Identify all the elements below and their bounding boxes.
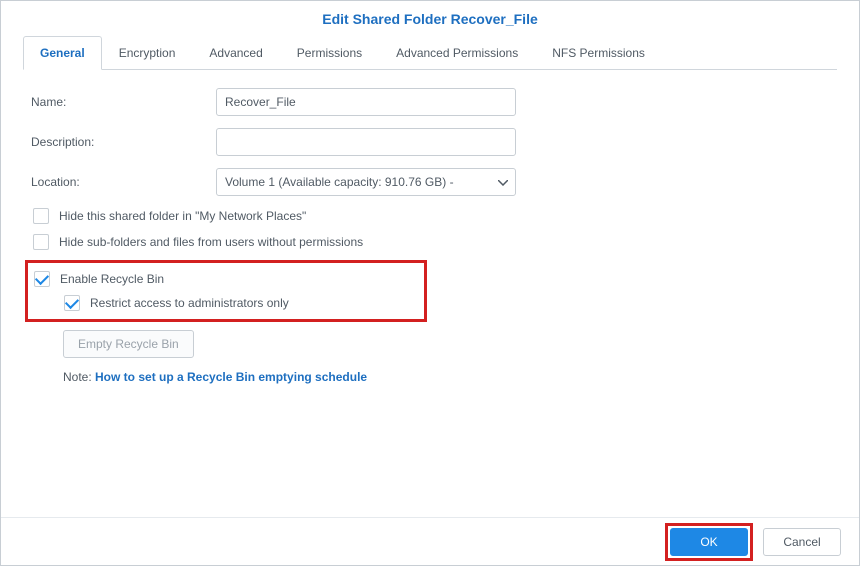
hide-subfolders-row: Hide sub-folders and files from users wi… bbox=[31, 234, 829, 250]
restrict-admin-label: Restrict access to administrators only bbox=[90, 296, 289, 310]
empty-recycle-button[interactable]: Empty Recycle Bin bbox=[63, 330, 194, 358]
tab-permissions[interactable]: Permissions bbox=[280, 36, 379, 70]
hide-subfolders-checkbox[interactable] bbox=[33, 234, 49, 250]
location-label: Location: bbox=[31, 175, 216, 189]
hide-network-checkbox[interactable] bbox=[33, 208, 49, 224]
hide-subfolders-label: Hide sub-folders and files from users wi… bbox=[59, 235, 363, 249]
location-value: Volume 1 (Available capacity: 910.76 GB)… bbox=[216, 168, 516, 196]
enable-recycle-row: Enable Recycle Bin bbox=[32, 271, 420, 287]
dialog-title: Edit Shared Folder Recover_File bbox=[1, 1, 859, 35]
name-row: Name: bbox=[31, 88, 829, 116]
description-row: Description: bbox=[31, 128, 829, 156]
empty-recycle-row: Empty Recycle Bin bbox=[31, 330, 829, 358]
content-area: Name: Description: Location: Volume 1 (A… bbox=[1, 70, 859, 384]
note-row: Note: How to set up a Recycle Bin emptyi… bbox=[31, 370, 829, 384]
tab-advanced-permissions[interactable]: Advanced Permissions bbox=[379, 36, 535, 70]
hide-network-row: Hide this shared folder in "My Network P… bbox=[31, 208, 829, 224]
note-link[interactable]: How to set up a Recycle Bin emptying sch… bbox=[95, 370, 367, 384]
tab-encryption[interactable]: Encryption bbox=[102, 36, 193, 70]
cancel-button[interactable]: Cancel bbox=[763, 528, 841, 556]
description-input[interactable] bbox=[216, 128, 516, 156]
recycle-bin-highlight: Enable Recycle Bin Restrict access to ad… bbox=[25, 260, 427, 322]
restrict-admin-checkbox[interactable] bbox=[64, 295, 80, 311]
location-row: Location: Volume 1 (Available capacity: … bbox=[31, 168, 829, 196]
name-label: Name: bbox=[31, 95, 216, 109]
hide-network-label: Hide this shared folder in "My Network P… bbox=[59, 209, 306, 223]
note-prefix: Note: bbox=[63, 370, 95, 384]
ok-highlight: OK bbox=[665, 523, 753, 561]
tabs-bar: General Encryption Advanced Permissions … bbox=[23, 35, 837, 70]
location-select[interactable]: Volume 1 (Available capacity: 910.76 GB)… bbox=[216, 168, 516, 196]
tab-nfs-permissions[interactable]: NFS Permissions bbox=[535, 36, 662, 70]
restrict-admin-row: Restrict access to administrators only bbox=[32, 295, 420, 311]
enable-recycle-checkbox[interactable] bbox=[34, 271, 50, 287]
tab-advanced[interactable]: Advanced bbox=[192, 36, 279, 70]
footer-bar: OK Cancel bbox=[1, 517, 859, 565]
description-label: Description: bbox=[31, 135, 216, 149]
tab-general[interactable]: General bbox=[23, 36, 102, 70]
name-input[interactable] bbox=[216, 88, 516, 116]
enable-recycle-label: Enable Recycle Bin bbox=[60, 272, 164, 286]
ok-button[interactable]: OK bbox=[670, 528, 748, 556]
